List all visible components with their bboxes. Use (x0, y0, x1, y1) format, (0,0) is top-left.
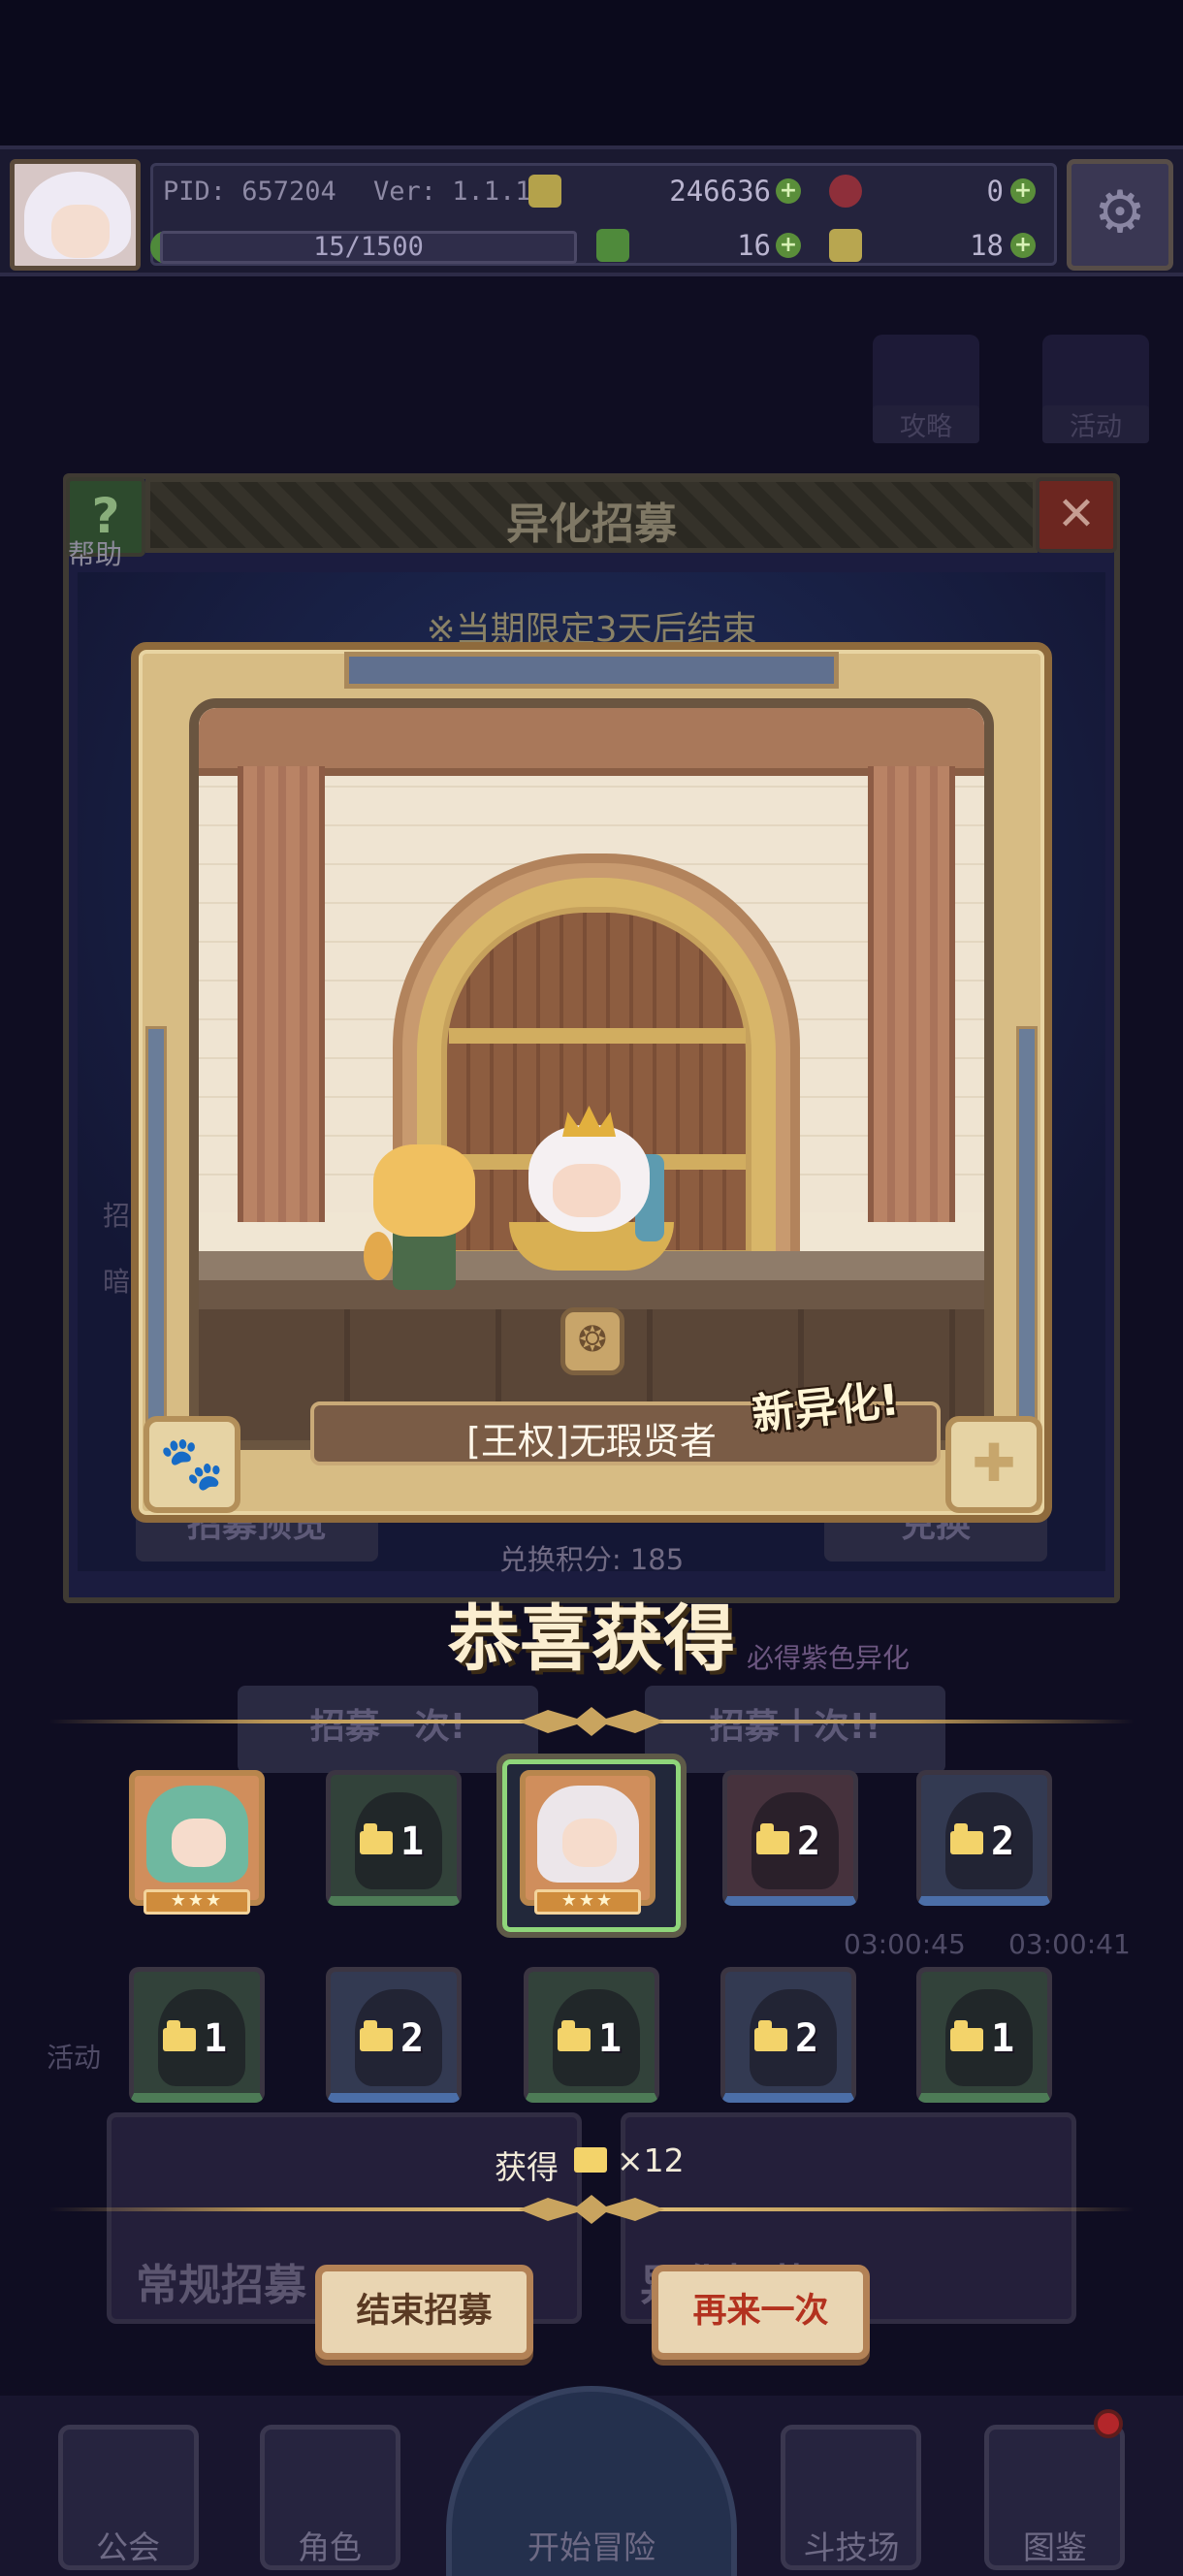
reward-slot-fragment-6[interactable]: 1 (524, 1967, 659, 2103)
reward-slot-character-2[interactable] (520, 1770, 655, 1906)
nav-guild-label: 公会 (96, 2528, 160, 2566)
fragment-folder-icon (950, 2020, 983, 2051)
reward-slot-fragment-5[interactable]: 2 (326, 1967, 462, 2103)
avatar-face (51, 205, 110, 258)
fragment-folder-icon (360, 1823, 393, 1854)
notification-dot (1094, 2409, 1123, 2438)
recruit-again-button[interactable]: 再来一次 (652, 2265, 870, 2360)
fragment-folder-icon (950, 1823, 983, 1854)
rarity-emblem-icon: ❂ (560, 1307, 624, 1375)
companion-tail (364, 1232, 393, 1280)
gain-label: 获得 (495, 2148, 559, 2186)
reward-slot-fragment-2[interactable]: 2 (722, 1770, 858, 1906)
reward-slot-fragment-3[interactable]: 2 (916, 1770, 1052, 1906)
end-recruit-button[interactable]: 结束招募 (315, 2265, 533, 2360)
gain-count: ×12 (617, 2141, 685, 2179)
obtained-character (509, 1096, 674, 1271)
add-shard-icon[interactable]: + (1010, 233, 1036, 258)
side-text-b: 暗 (103, 1266, 131, 1298)
stamina-bar: 15/1500 (160, 231, 577, 264)
gem-amount: 0 (986, 175, 1004, 208)
fragment-count: 1 (204, 2016, 228, 2061)
top-safe-area (0, 0, 1183, 145)
scene-pillar-right (868, 766, 955, 1222)
nav-codex-label: 图鉴 (1023, 2528, 1087, 2566)
add-gold-icon[interactable]: + (776, 178, 801, 204)
player-id: PID: 657204 (163, 177, 336, 207)
fragment-folder-icon (754, 2020, 787, 2051)
star-rating-2: ★★★ (534, 1889, 641, 1915)
settings-gear-icon[interactable]: ⚙ (1067, 159, 1173, 271)
divider-top-ornament (519, 1707, 664, 1736)
event-shortcut[interactable]: 活动 (1042, 335, 1149, 443)
stamina-value: 15/1500 (313, 232, 424, 262)
fragment-count: 2 (991, 1819, 1015, 1864)
gold-amount: 246636 (669, 175, 771, 208)
side-text-c: 活动 (47, 2042, 102, 2074)
scene-pillar-left (238, 766, 325, 1222)
fragment-folder-icon (558, 2020, 591, 2051)
fragment-folder-icon (163, 2020, 196, 2051)
help-label: 帮助 (68, 538, 123, 570)
character-face (553, 1164, 621, 1217)
nav-arena-label: 斗技场 (803, 2528, 900, 2566)
fragment-count: 1 (991, 2016, 1015, 2061)
exchange-score: 兑换积分: 185 (498, 1543, 685, 1576)
companion-character (364, 1144, 480, 1290)
reward-slot-fragment-7[interactable]: 2 (720, 1967, 856, 2103)
portrait-face (172, 1819, 226, 1867)
clover-amount: 16 (737, 229, 771, 262)
add-clover-icon[interactable]: + (776, 233, 801, 258)
door-band-upper (449, 1028, 746, 1044)
fragment-count: 1 (598, 2016, 623, 2061)
gold-icon (528, 175, 561, 208)
shard-amount: 18 (970, 229, 1004, 262)
add-gem-icon[interactable]: + (1010, 178, 1036, 204)
fragment-count: 1 (400, 1819, 425, 1864)
recruit-title: 异化招募 (506, 499, 677, 549)
gem-icon (829, 175, 862, 208)
gain-fragment-icon (574, 2147, 607, 2173)
reward-slot-fragment-8[interactable]: 1 (916, 1967, 1052, 2103)
event-label: 活动 (1042, 405, 1149, 443)
clover-icon (596, 229, 629, 262)
congrats-title: 恭喜获得 (448, 1597, 735, 1681)
fragment-count: 2 (795, 2016, 819, 2061)
reward-slot-fragment-4[interactable]: 1 (129, 1967, 265, 2103)
recruit-ten-button[interactable]: 招募十次!! (645, 1686, 945, 1773)
player-hud: PID: 657204 Ver: 1.1.1.7 246636 + 0 + 15… (0, 145, 1183, 276)
cross-icon: ✚ (945, 1416, 1042, 1513)
guide-label: 攻略 (873, 405, 979, 443)
player-avatar[interactable] (10, 159, 141, 271)
timer-a: 03:00:45 (844, 1928, 966, 1960)
recruit-once-button[interactable]: 招募一次! (238, 1686, 538, 1773)
timer-b: 03:00:41 (1008, 1928, 1131, 1960)
fragment-count: 2 (400, 2016, 425, 2061)
nav-character-label: 角色 (298, 2528, 362, 2566)
paw-icon: 🐾 (144, 1416, 240, 1513)
frame-top-bar (344, 652, 839, 689)
portrait-face (562, 1819, 617, 1867)
crown-icon (562, 1106, 616, 1137)
fragment-count: 2 (797, 1819, 821, 1864)
side-text-a: 招 (103, 1200, 131, 1232)
companion-head (373, 1144, 475, 1237)
fragment-folder-icon (360, 2020, 393, 2051)
nav-adventure-label: 开始冒险 (528, 2528, 655, 2566)
reward-slot-character-1[interactable] (129, 1770, 265, 1906)
guide-shortcut[interactable]: 攻略 (873, 335, 979, 443)
close-icon[interactable]: ✕ (1036, 477, 1117, 553)
fragment-folder-icon (756, 1823, 789, 1854)
star-rating-1: ★★★ (144, 1889, 250, 1915)
shard-icon (829, 229, 862, 262)
normal-recruit-label: 常规招募 (136, 2261, 306, 2310)
reward-slot-fragment-1[interactable]: 1 (326, 1770, 462, 1906)
